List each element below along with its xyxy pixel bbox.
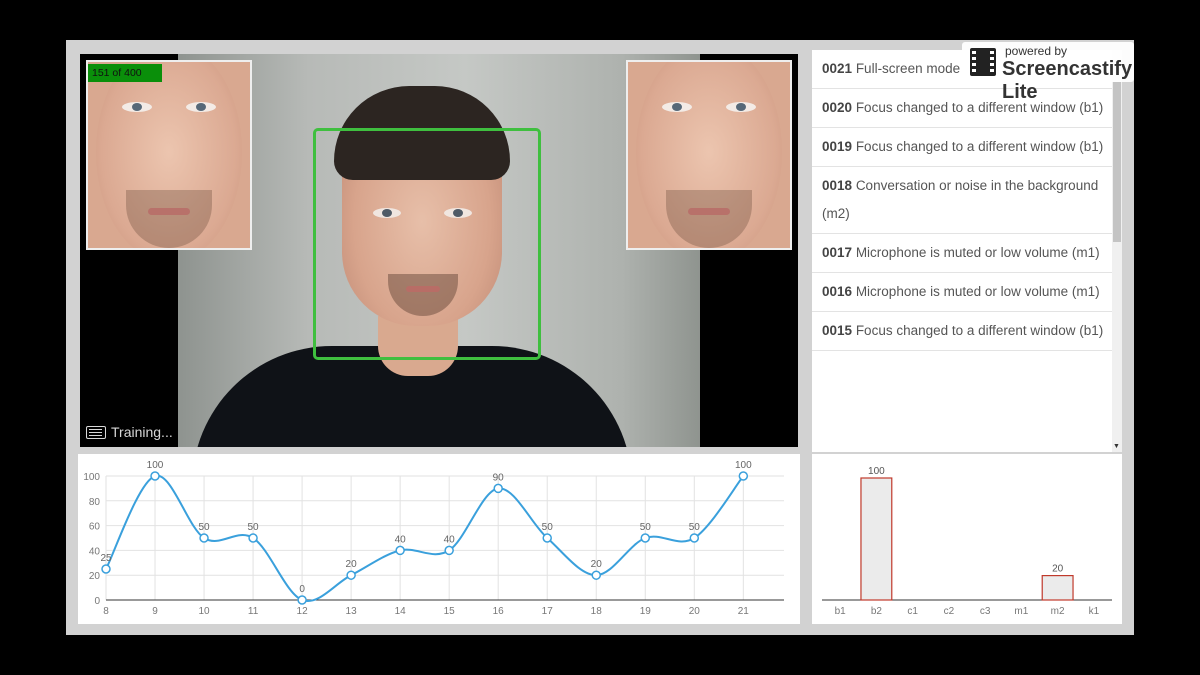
log-item[interactable]: 0017 Microphone is muted or low volume (… (812, 234, 1122, 273)
data-point (444, 545, 454, 556)
data-label: 50 (248, 522, 260, 533)
violation-bar-chart: b1 b2 100 c1 c2 c3 m1 m2 20 k1 (822, 466, 1112, 617)
score-line-chart: 0 20 40 60 80 100 8 9 10 11 12 13 14 15 16 17 18 19 20 21 25… (83, 460, 784, 617)
data-point (150, 471, 160, 481)
webcam-video: 151 of 400 Training... (80, 54, 798, 447)
x-tick-label: c2 (944, 606, 955, 617)
data-point (689, 533, 700, 543)
data-point (248, 533, 258, 543)
x-tick-label: 17 (542, 606, 554, 617)
scroll-down-arrow-icon[interactable]: ▼ (1113, 443, 1120, 450)
x-tick-label: 8 (103, 606, 109, 617)
training-status-label: Training... (111, 424, 173, 440)
captured-face-thumbnail (626, 60, 792, 250)
y-tick-label: 0 (94, 596, 100, 607)
keyboard-icon (86, 425, 106, 439)
data-label: 50 (640, 522, 652, 533)
reference-face-thumbnail (86, 60, 252, 250)
data-label: 40 (395, 534, 407, 545)
x-tick-label: 11 (248, 606, 259, 617)
data-label: 50 (542, 522, 554, 533)
bar-value-label: 100 (868, 466, 885, 477)
x-tick-label: b2 (871, 606, 883, 617)
y-tick-label: 40 (89, 546, 101, 557)
x-tick-label: 19 (640, 606, 652, 617)
data-point (738, 471, 749, 481)
log-scrollbar[interactable]: ▼ (1112, 50, 1122, 452)
data-label: 90 (493, 472, 505, 483)
x-tick-label: 10 (198, 606, 210, 617)
data-label: 20 (591, 559, 603, 570)
x-tick-label: 13 (346, 606, 358, 617)
log-item[interactable]: 0016 Microphone is muted or low volume (… (812, 273, 1122, 312)
x-tick-label: b1 (835, 606, 847, 617)
training-status: Training... (86, 424, 173, 440)
score-line-chart-panel: 0 20 40 60 80 100 8 9 10 11 12 13 14 15 16 17 18 19 20 21 25… (78, 454, 800, 624)
data-point (493, 483, 503, 494)
violation-bar-chart-panel: b1 b2 100 c1 c2 c3 m1 m2 20 k1 (812, 454, 1122, 624)
data-label: 100 (735, 460, 752, 471)
data-point (101, 564, 111, 574)
x-tick-label: 16 (493, 606, 505, 617)
bar (860, 477, 893, 601)
bar (1041, 574, 1074, 601)
data-label: 0 (299, 584, 305, 595)
y-tick-label: 60 (89, 522, 101, 533)
frame-counter: 151 of 400 (88, 64, 162, 82)
x-tick-label: 12 (297, 606, 309, 617)
log-item[interactable]: 0015 Focus changed to a different window… (812, 312, 1122, 351)
x-tick-label: c3 (980, 606, 991, 617)
x-tick-label: 9 (152, 606, 158, 617)
y-tick-label: 80 (89, 497, 101, 508)
log-item[interactable]: 0018 Conversation or noise in the backgr… (812, 167, 1122, 234)
film-strip-icon (970, 48, 996, 76)
data-label: 100 (147, 460, 164, 471)
data-point (395, 545, 405, 556)
data-label: 50 (689, 522, 701, 533)
data-label: 40 (444, 534, 456, 545)
log-item[interactable]: 0019 Focus changed to a different window… (812, 128, 1122, 167)
data-label: 20 (346, 559, 358, 570)
y-tick-label: 20 (89, 571, 101, 582)
x-tick-label: 18 (591, 606, 603, 617)
data-point (199, 533, 209, 543)
data-point (297, 595, 307, 605)
data-point (640, 533, 651, 543)
x-tick-label: 15 (444, 606, 456, 617)
x-tick-label: 14 (395, 606, 407, 617)
x-tick-label: m1 (1014, 606, 1028, 617)
x-tick-label: k1 (1089, 606, 1100, 617)
event-log[interactable]: 0021 Full-screen mode 0020 Focus changed… (812, 50, 1122, 452)
bar-value-label: 20 (1052, 564, 1064, 575)
y-tick-label: 100 (83, 472, 100, 483)
data-point (346, 570, 356, 580)
watermark-brand: Screencastify Lite (1002, 58, 1133, 103)
log-scrollbar-thumb[interactable] (1113, 82, 1121, 242)
x-tick-label: 21 (738, 606, 750, 617)
data-point (542, 533, 552, 543)
data-point (591, 570, 601, 580)
app-window: 151 of 400 Training... 0021 Full-screen … (66, 40, 1134, 635)
data-label: 25 (100, 553, 112, 564)
x-tick-label: c1 (907, 606, 918, 617)
face-detection-box (313, 128, 541, 360)
watermark-powered-by: powered by (1005, 44, 1068, 58)
x-tick-label: 20 (689, 606, 701, 617)
data-label: 50 (198, 522, 210, 533)
x-tick-label: m2 (1051, 606, 1065, 617)
screencastify-watermark: powered by Screencastify Lite (962, 42, 1134, 103)
